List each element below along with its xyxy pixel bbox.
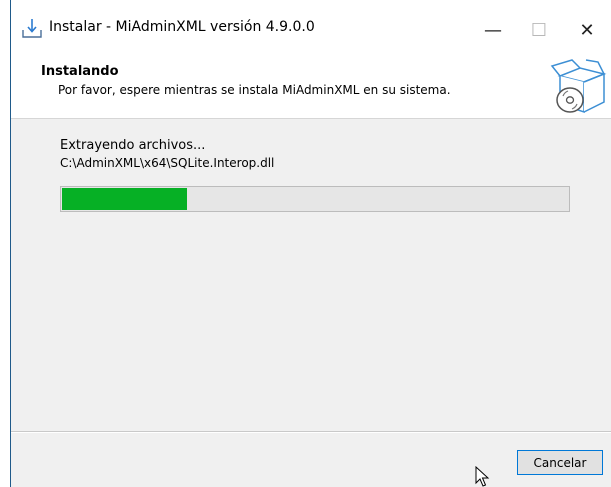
maximize-button[interactable]: ☐ [517,10,561,50]
page-title: Instalando [41,64,119,79]
minimize-icon: — [484,19,502,41]
title-bar[interactable]: Instalar - MiAdminXML versión 4.9.0.0 — … [11,0,611,58]
wizard-header: Instalando Por favor, espere mientras se… [11,58,611,119]
minimize-button[interactable]: — [471,10,515,50]
close-icon: ✕ [579,19,595,41]
install-progress-bar [60,186,570,212]
status-label: Extrayendo archivos... [60,138,206,153]
current-file-path: C:\AdminXML\x64\SQLite.Interop.dll [60,156,275,170]
cancel-button[interactable]: Cancelar [517,450,603,475]
footer-divider [11,431,611,433]
close-button[interactable]: ✕ [565,10,609,50]
installer-window: Instalar - MiAdminXML versión 4.9.0.0 — … [10,0,611,487]
mouse-pointer-icon [475,466,490,487]
window-title: Instalar - MiAdminXML versión 4.9.0.0 [49,19,315,35]
installer-box-cd-icon [550,59,607,114]
maximize-icon: ☐ [530,19,548,41]
progress-fill [62,188,187,210]
download-tray-icon [22,19,42,38]
page-subtitle: Por favor, espere mientras se instala Mi… [58,83,451,97]
